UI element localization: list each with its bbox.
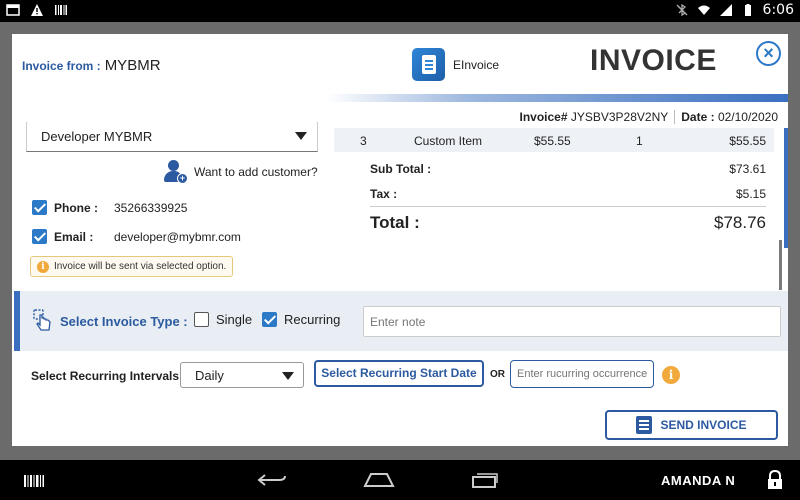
total-label: Total :: [370, 213, 420, 232]
email-value: developer@mybmr.com: [114, 229, 241, 244]
invoice-type-label: Select Invoice Type :: [60, 314, 188, 329]
app-name: EInvoice: [453, 57, 500, 72]
or-separator: OR: [490, 369, 505, 380]
email-label: Email :: [54, 229, 94, 244]
recent-apps-icon[interactable]: [471, 471, 499, 489]
total-divider: [370, 206, 766, 207]
tax-value: $5.15: [735, 187, 766, 201]
barcode-icon[interactable]: [24, 475, 44, 487]
tax-label: Tax :: [370, 187, 398, 201]
note-input[interactable]: [363, 306, 781, 337]
page-title: INVOICE: [590, 44, 717, 77]
close-button[interactable]: ×: [756, 41, 781, 66]
bluetooth-off-icon: [676, 3, 688, 17]
lock-icon[interactable]: [766, 470, 784, 490]
info-icon: i: [37, 260, 49, 273]
phone-checkbox[interactable]: [32, 200, 47, 215]
home-icon[interactable]: [363, 472, 395, 488]
app-logo: EInvoice: [412, 48, 499, 81]
phone-label: Phone :: [54, 200, 98, 215]
info-icon: i: [662, 366, 680, 384]
send-option-note-text: Invoice will be sent via selected option…: [54, 261, 227, 272]
recurring-interval-select[interactable]: Daily: [180, 362, 304, 388]
user-name: AMANDA N: [661, 473, 736, 488]
single-label: Single: [216, 312, 253, 327]
add-customer-label: Want to add customer?: [194, 165, 318, 179]
item-price: $55.55: [534, 134, 571, 148]
recurring-intervals-label: Select Recurring Intervals :: [31, 369, 187, 383]
phone-value: 35266339925: [114, 200, 188, 215]
tap-hand-icon: [33, 309, 51, 331]
header-divider: [327, 94, 788, 102]
invoice-number-label: Invoice#: [519, 110, 568, 124]
subtotal-value: $73.61: [729, 162, 766, 176]
occurrence-info-button[interactable]: i: [662, 366, 680, 384]
status-bar: 6:06: [0, 0, 800, 22]
subtotal-label: Sub Total :: [370, 162, 432, 176]
item-name: Custom Item: [414, 134, 483, 148]
signal-icon: [719, 4, 732, 16]
recurring-interval-value: Daily: [195, 368, 224, 383]
einvoice-logo-icon: [412, 48, 445, 81]
clock: 6:06: [762, 2, 794, 18]
invoice-from-name: MYBMR: [104, 57, 161, 74]
window-icon: [6, 4, 20, 16]
dropdown-arrow-icon: [282, 372, 294, 380]
single-checkbox[interactable]: [194, 312, 209, 327]
add-customer-link[interactable]: + Want to add customer?: [164, 160, 318, 184]
scrollbar[interactable]: [779, 240, 782, 290]
invoice-date: 02/10/2020: [717, 110, 778, 124]
invoice-type-section: Select Invoice Type : Single Recurring: [14, 291, 788, 351]
item-no: 3: [360, 134, 367, 148]
phone-option: Phone : 35266339925: [32, 200, 187, 215]
email-checkbox[interactable]: [32, 229, 47, 244]
occurrence-input[interactable]: [510, 360, 654, 388]
invoice-items: 3 Custom Item $55.55 1 $55.55 Sub Total …: [334, 128, 788, 248]
table-row: 3 Custom Item $55.55 1 $55.55: [334, 128, 774, 152]
customer-selected: Developer MYBMR: [41, 129, 153, 144]
barcode-icon: [55, 5, 67, 15]
dropdown-arrow-icon: [295, 132, 307, 140]
single-option[interactable]: Single: [194, 312, 252, 327]
total-value: $78.76: [714, 213, 766, 232]
wifi-icon: [697, 5, 710, 15]
warning-icon: [31, 4, 43, 16]
customer-select[interactable]: Developer MYBMR: [26, 122, 318, 152]
invoice-from-label: Invoice from :: [22, 59, 101, 73]
invoice-dialog: × Invoice from : MYBMR EInvoice INVOICE …: [12, 34, 788, 446]
date-label: Date :: [681, 110, 715, 124]
send-invoice-label: SEND INVOICE: [660, 418, 747, 432]
add-person-icon: +: [164, 160, 188, 184]
navigation-bar: AMANDA N: [0, 460, 800, 500]
email-option: Email : developer@mybmr.com: [32, 229, 241, 244]
send-invoice-button[interactable]: SEND INVOICE: [605, 410, 778, 440]
close-icon: ×: [763, 43, 774, 63]
invoice-from: Invoice from : MYBMR: [22, 57, 161, 74]
recurring-checkbox[interactable]: [262, 312, 277, 327]
invoice-number: JYSBV3P28V2NY: [570, 110, 669, 124]
battery-icon: [744, 4, 751, 16]
item-amount: $55.55: [729, 134, 766, 148]
invoice-doc-icon: [636, 416, 653, 434]
items-scroll-accent: [784, 128, 788, 248]
item-qty: 1: [636, 134, 643, 148]
send-option-note: i Invoice will be sent via selected opti…: [30, 256, 234, 277]
select-start-date-button[interactable]: Select Recurring Start Date: [314, 360, 484, 387]
invoice-meta: Invoice# JYSBV3P28V2NY Date : 02/10/2020: [519, 110, 778, 124]
recurring-label: Recurring: [284, 312, 341, 327]
back-icon[interactable]: [257, 472, 287, 488]
recurring-option[interactable]: Recurring: [262, 312, 340, 327]
